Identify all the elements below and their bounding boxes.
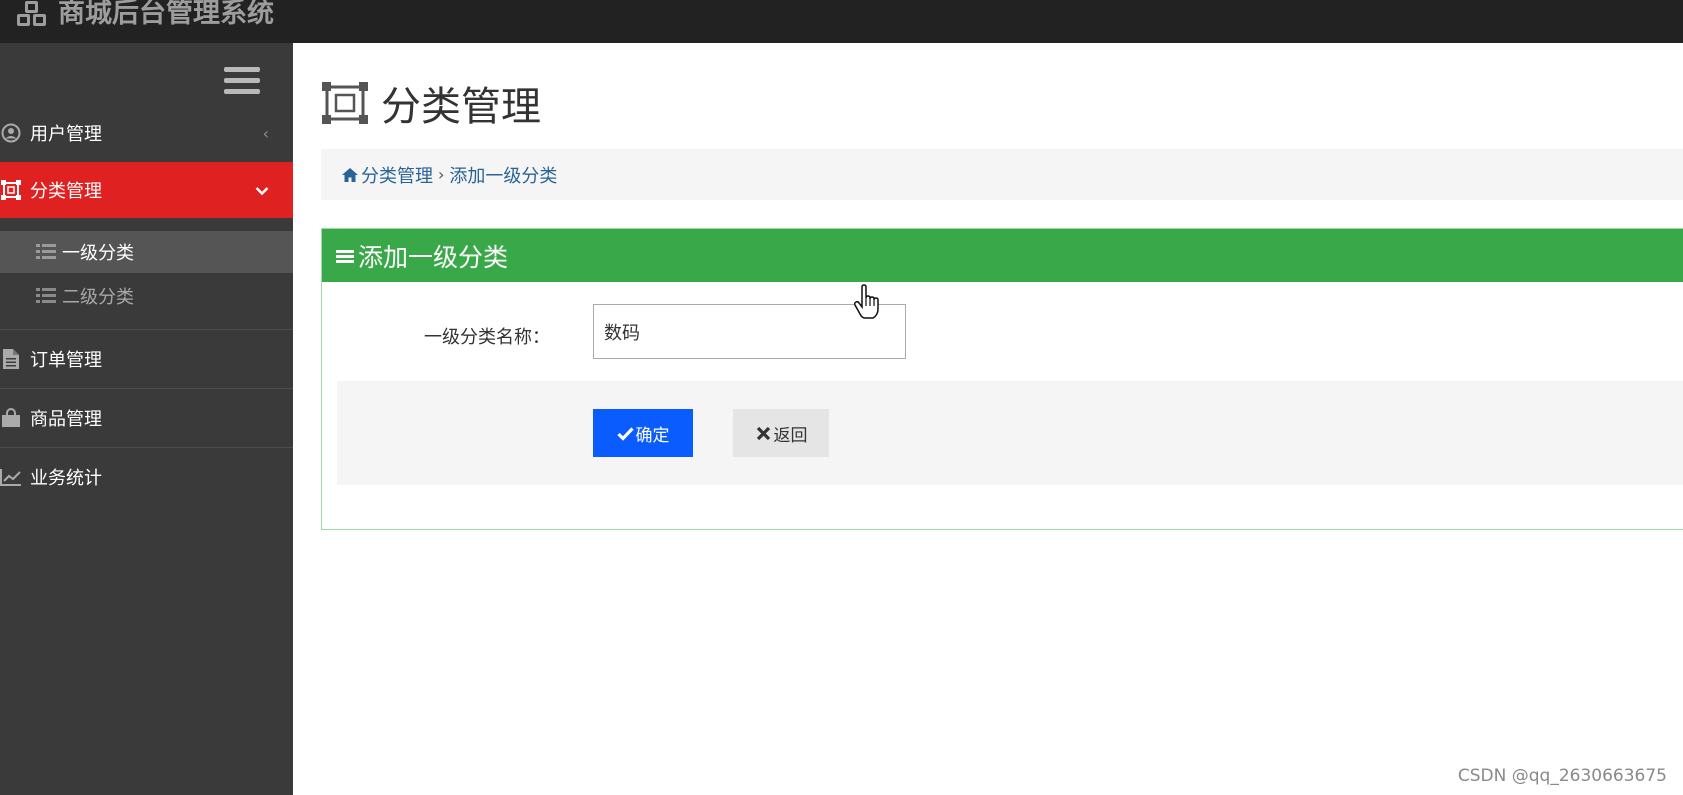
user-circle-icon: [0, 122, 22, 144]
sidebar-item-label: 用户管理: [30, 124, 102, 145]
page-title: 分类管理: [321, 74, 541, 132]
sidebar-item-statistics[interactable]: 业务统计: [0, 449, 293, 505]
sidebar-subitem-label: 一级分类: [62, 243, 134, 264]
panel-heading: 添加一级分类: [322, 229, 1683, 282]
add-category-panel: 添加一级分类 一级分类名称： 确定 返回: [321, 228, 1683, 530]
submit-button-label: 确定: [635, 425, 670, 446]
home-icon[interactable]: [341, 167, 359, 183]
list-icon: [36, 288, 56, 303]
sidebar-item-products[interactable]: 商品管理: [0, 390, 293, 446]
chevron-down-icon: [255, 181, 269, 200]
breadcrumb-home-link[interactable]: 分类管理: [361, 162, 433, 188]
submit-button[interactable]: 确定: [593, 409, 693, 457]
shopping-bag-icon: [0, 407, 22, 429]
back-button-label: 返回: [773, 425, 808, 446]
sidebar-divider: [0, 447, 293, 448]
crop-frame-icon: [322, 82, 368, 124]
hand-cursor-icon: [853, 284, 879, 319]
sidebar-item-label: 业务统计: [30, 468, 102, 489]
sidebar-item-users[interactable]: 用户管理 ‹: [0, 105, 293, 161]
app-title: 商城后台管理系统: [58, 0, 274, 29]
page-title-text: 分类管理: [381, 84, 541, 130]
back-button[interactable]: 返回: [733, 409, 829, 457]
watermark: CSDN @qq_2630663675: [1457, 766, 1667, 786]
sidebar-item-label: 分类管理: [30, 181, 102, 202]
document-icon: [0, 348, 22, 370]
category-name-label: 一级分类名称：: [424, 327, 550, 348]
breadcrumb-separator: ›: [438, 165, 445, 184]
breadcrumb: 分类管理 › 添加一级分类: [321, 149, 1683, 200]
sidebar-item-label: 商品管理: [30, 409, 102, 430]
panel-heading-text: 添加一级分类: [358, 242, 509, 272]
sidebar-subitem-level1[interactable]: 一级分类: [0, 231, 293, 273]
check-icon: [616, 426, 634, 441]
list-icon: [36, 244, 56, 259]
sidebar-item-orders[interactable]: 订单管理: [0, 331, 293, 387]
breadcrumb-current[interactable]: 添加一级分类: [449, 162, 557, 188]
sidebar-item-label: 订单管理: [30, 350, 102, 371]
sidebar-divider: [0, 388, 293, 389]
line-chart-icon: [0, 466, 22, 488]
chevron-left-icon: ‹: [262, 123, 269, 143]
sidebar-divider: [0, 329, 293, 330]
sidebar-subitem-label: 二级分类: [62, 287, 134, 308]
brand[interactable]: 商城后台管理系统: [14, 0, 274, 31]
cubes-icon: [17, 1, 46, 26]
crop-frame-icon: [0, 179, 22, 201]
bars-icon: [336, 249, 354, 263]
sidebar-subitem-level2[interactable]: 二级分类: [0, 275, 293, 317]
close-icon: [756, 426, 770, 440]
form-actions: 确定 返回: [337, 381, 1683, 485]
top-navbar: 商城后台管理系统: [0, 0, 1683, 43]
sidebar-item-categories[interactable]: 分类管理: [0, 162, 293, 218]
hamburger-menu-icon[interactable]: [224, 67, 260, 97]
sidebar: 用户管理 ‹ 分类管理 一级分类 二级分类 订单管理 商品管理 业务统计: [0, 43, 293, 795]
